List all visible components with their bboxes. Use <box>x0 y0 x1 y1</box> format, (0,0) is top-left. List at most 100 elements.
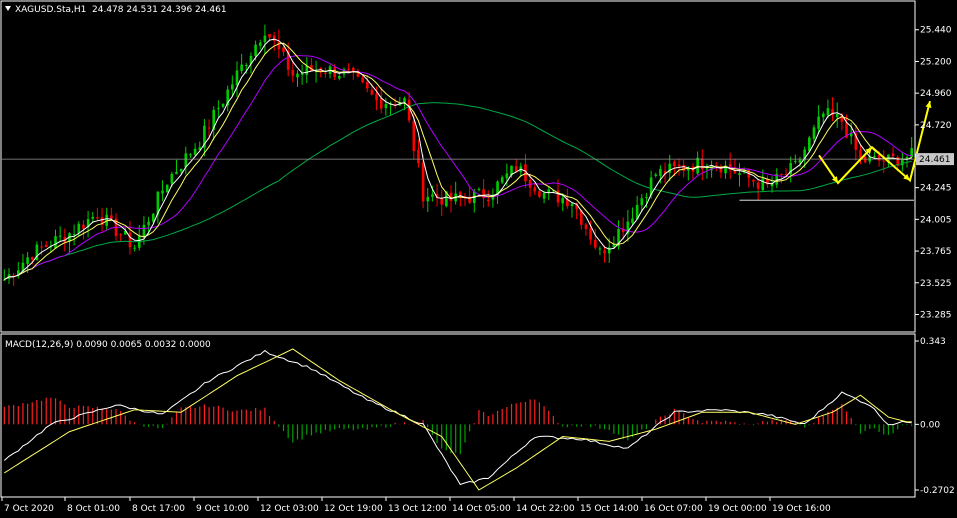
candle-body <box>538 191 541 197</box>
candle-body <box>431 194 434 197</box>
price-tick-label: 23.285 <box>920 310 952 320</box>
candle-body <box>882 160 886 162</box>
candle-body <box>440 198 444 205</box>
candle-body <box>700 158 704 170</box>
candle-body <box>603 250 606 254</box>
candle-body <box>142 224 146 238</box>
candle-body <box>640 198 644 206</box>
candle-body <box>282 47 285 53</box>
candle-body <box>412 120 416 152</box>
candle-body <box>421 162 425 202</box>
candle-body <box>258 42 262 46</box>
candle-body <box>835 114 839 118</box>
candle-body <box>403 98 406 103</box>
candle-body <box>500 177 504 183</box>
candle-body <box>175 171 178 175</box>
candle-body <box>379 98 383 109</box>
candle-body <box>486 199 490 202</box>
candle-body <box>72 234 76 236</box>
candle-body <box>714 165 718 167</box>
candle-body <box>738 173 741 175</box>
candle-body <box>682 165 685 171</box>
candle-body <box>268 34 271 38</box>
candle-body <box>151 213 155 222</box>
price-tick-label: 23.525 <box>920 279 952 289</box>
candle-body <box>324 72 327 74</box>
candle-body <box>133 247 136 249</box>
candle-body <box>645 196 648 198</box>
candle-body <box>54 236 57 249</box>
candle-body <box>417 149 420 164</box>
candle-body <box>798 159 802 163</box>
candle-body <box>361 77 364 83</box>
candle-body <box>291 70 295 76</box>
candle-body <box>91 216 95 219</box>
candle-body <box>207 127 211 129</box>
candle-body <box>272 35 276 41</box>
candle-body <box>3 279 6 281</box>
time-tick-label: 12 Oct 03:00 <box>260 504 319 514</box>
candle-body <box>221 103 225 107</box>
candle-body <box>505 173 509 179</box>
candle-body <box>817 116 820 129</box>
price-tick-label: 25.440 <box>920 26 952 36</box>
symbol-title: XAGUSD.Sta,H1 <box>15 5 86 15</box>
candle-body <box>533 187 537 192</box>
candle-body <box>826 108 830 116</box>
time-tick-label: 19 Oct 00:00 <box>708 504 767 514</box>
candle-body <box>570 203 574 207</box>
candle-body <box>659 168 662 176</box>
time-tick-label: 15 Oct 14:00 <box>580 504 639 514</box>
candle-body <box>859 149 862 159</box>
candle-body <box>375 93 378 101</box>
candle-body <box>812 127 816 139</box>
candle-body <box>30 257 34 260</box>
time-tick-label: 14 Oct 05:00 <box>452 504 511 514</box>
time-tick-label: 13 Oct 12:00 <box>388 504 447 514</box>
price-tick-label: 23.765 <box>920 247 952 257</box>
candle-body <box>77 223 81 234</box>
candle-body <box>677 164 681 167</box>
candle-body <box>44 244 48 248</box>
candle-body <box>794 161 797 163</box>
time-tick-label: 14 Oct 22:00 <box>516 504 575 514</box>
candle-body <box>584 224 588 229</box>
candle-body <box>654 174 658 176</box>
candle-body <box>370 89 374 95</box>
candle-body <box>300 73 304 75</box>
price-tick-label: 25.200 <box>920 57 952 67</box>
candle-body <box>179 168 183 172</box>
ohlc-readout: 24.478 24.531 24.396 24.461 <box>92 5 227 15</box>
trading-chart[interactable]: XAGUSD.Sta,H1 24.478 24.531 24.396 24.46… <box>0 0 957 518</box>
macd-title: MACD(12,26,9) 0.0090 0.0065 0.0032 0.000… <box>5 340 211 350</box>
candle-body <box>752 179 755 182</box>
candle-body <box>821 113 825 118</box>
candle-body <box>598 248 602 250</box>
candle-body <box>244 65 248 67</box>
candle-body <box>426 196 430 202</box>
candle-body <box>147 221 150 226</box>
candle-body <box>542 192 546 199</box>
candle-body <box>593 239 597 248</box>
candle-body <box>705 168 709 170</box>
candle-body <box>277 41 281 50</box>
time-tick-label: 8 Oct 17:00 <box>132 504 185 514</box>
candle-body <box>263 35 267 43</box>
candle-body <box>808 137 811 152</box>
price-tick-label: 24.720 <box>920 121 952 131</box>
candle-body <box>477 188 481 190</box>
candle-body <box>58 235 62 237</box>
candle-body <box>780 173 783 175</box>
candle-body <box>110 215 113 219</box>
candle-body <box>217 108 220 110</box>
time-tick-label: 19 Oct 16:00 <box>772 504 831 514</box>
candle-body <box>631 218 634 224</box>
time-tick-label: 12 Oct 19:00 <box>324 504 383 514</box>
candle-body <box>756 182 760 189</box>
candle-body <box>119 234 122 236</box>
candle-body <box>161 190 164 194</box>
candle <box>165 184 169 193</box>
current-price-label: 24.461 <box>919 155 951 165</box>
candle-body <box>696 157 699 174</box>
candle-body <box>761 178 765 191</box>
